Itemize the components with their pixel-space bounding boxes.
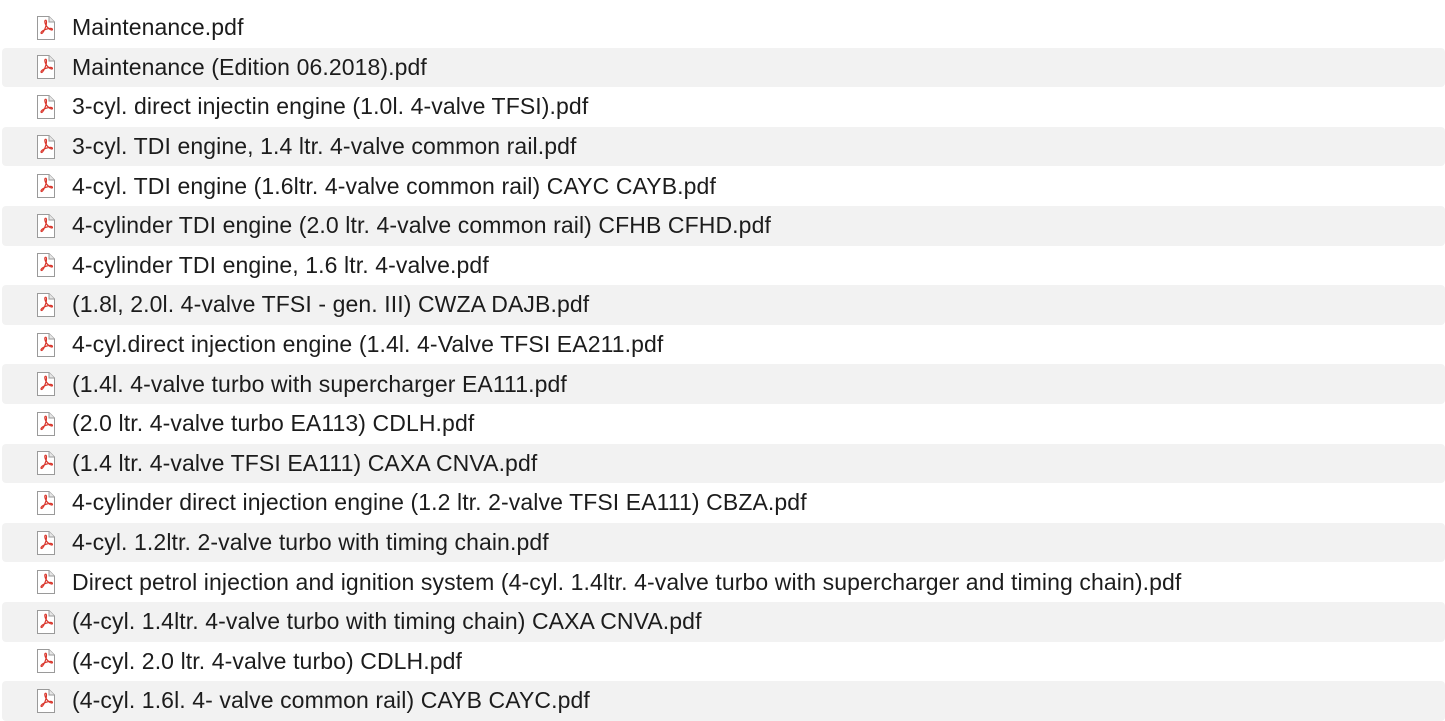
- pdf-document-icon: [36, 688, 56, 713]
- pdf-document-icon: [36, 372, 56, 397]
- file-row[interactable]: 4-cylinder direct injection engine (1.2 …: [2, 483, 1445, 523]
- pdf-document-icon: [36, 490, 56, 515]
- file-name: 4-cylinder TDI engine, 1.6 ltr. 4-valve.…: [72, 251, 489, 278]
- file-row[interactable]: (4-cyl. 1.6l. 4- valve common rail) CAYB…: [2, 681, 1445, 721]
- pdf-document-icon: [36, 94, 56, 119]
- file-row[interactable]: (1.4l. 4-valve turbo with supercharger E…: [2, 364, 1445, 404]
- pdf-document-icon: [36, 213, 56, 238]
- pdf-document-icon: [36, 253, 56, 278]
- file-row[interactable]: 4-cyl. 1.2ltr. 2-valve turbo with timing…: [2, 522, 1445, 563]
- pdf-document-icon: [36, 174, 56, 199]
- pdf-document-icon: [36, 55, 56, 80]
- file-row[interactable]: 3-cyl. direct injectin engine (1.0l. 4-v…: [2, 87, 1445, 127]
- pdf-document-icon: [36, 451, 56, 476]
- pdf-document-icon: [36, 15, 56, 40]
- file-name: Maintenance.pdf: [72, 14, 244, 41]
- pdf-document-icon: [36, 530, 56, 555]
- file-name: (4-cyl. 2.0 ltr. 4-valve turbo) CDLH.pdf: [72, 647, 463, 674]
- file-name: 4-cylinder direct injection engine (1.2 …: [72, 489, 807, 516]
- file-row[interactable]: (1.8l, 2.0l. 4-valve TFSI - gen. III) CW…: [2, 285, 1445, 325]
- file-name: (1.8l, 2.0l. 4-valve TFSI - gen. III) CW…: [72, 291, 590, 318]
- file-list: Maintenance.pdf Maintenance (Edition 06.2…: [0, 0, 1445, 721]
- pdf-document-icon: [36, 609, 56, 634]
- file-name: 4-cyl. 1.2ltr. 2-valve turbo with timing…: [72, 529, 549, 556]
- file-name: (1.4l. 4-valve turbo with supercharger E…: [72, 370, 567, 397]
- file-row[interactable]: (4-cyl. 1.4ltr. 4-valve turbo with timin…: [2, 601, 1445, 642]
- file-name: 3-cyl. direct injectin engine (1.0l. 4-v…: [72, 93, 589, 120]
- file-row[interactable]: (2.0 ltr. 4-valve turbo EA113) CDLH.pdf: [2, 404, 1445, 444]
- file-row[interactable]: (1.4 ltr. 4-valve TFSI EA111) CAXA CNVA.…: [2, 443, 1445, 484]
- file-row[interactable]: 4-cyl. TDI engine (1.6ltr. 4-valve commo…: [2, 166, 1445, 206]
- file-row[interactable]: 3-cyl. TDI engine, 1.4 ltr. 4-valve comm…: [2, 126, 1445, 167]
- file-row[interactable]: 4-cylinder TDI engine, 1.6 ltr. 4-valve.…: [2, 246, 1445, 286]
- file-row[interactable]: 4-cylinder TDI engine (2.0 ltr. 4-valve …: [2, 205, 1445, 246]
- pdf-document-icon: [36, 570, 56, 595]
- file-name: 4-cyl.direct injection engine (1.4l. 4-V…: [72, 331, 664, 358]
- file-name: (2.0 ltr. 4-valve turbo EA113) CDLH.pdf: [72, 410, 475, 437]
- file-name: Direct petrol injection and ignition sys…: [72, 568, 1182, 595]
- file-name: (4-cyl. 1.4ltr. 4-valve turbo with timin…: [72, 608, 702, 635]
- file-row[interactable]: 4-cyl.direct injection engine (1.4l. 4-V…: [2, 325, 1445, 365]
- pdf-document-icon: [36, 134, 56, 159]
- file-name: 4-cyl. TDI engine (1.6ltr. 4-valve commo…: [72, 172, 716, 199]
- pdf-document-icon: [36, 411, 56, 436]
- file-row[interactable]: (4-cyl. 2.0 ltr. 4-valve turbo) CDLH.pdf: [2, 642, 1445, 682]
- file-row[interactable]: Maintenance.pdf: [2, 8, 1445, 48]
- file-name: 4-cylinder TDI engine (2.0 ltr. 4-valve …: [72, 212, 771, 239]
- file-row[interactable]: Direct petrol injection and ignition sys…: [2, 562, 1445, 602]
- file-name: (4-cyl. 1.6l. 4- valve common rail) CAYB…: [72, 687, 590, 714]
- file-name: (1.4 ltr. 4-valve TFSI EA111) CAXA CNVA.…: [72, 449, 538, 476]
- file-row[interactable]: Maintenance (Edition 06.2018).pdf: [2, 47, 1445, 88]
- pdf-document-icon: [36, 332, 56, 357]
- file-name: Maintenance (Edition 06.2018).pdf: [72, 53, 427, 80]
- pdf-document-icon: [36, 649, 56, 674]
- pdf-document-icon: [36, 292, 56, 317]
- file-name: 3-cyl. TDI engine, 1.4 ltr. 4-valve comm…: [72, 133, 577, 160]
